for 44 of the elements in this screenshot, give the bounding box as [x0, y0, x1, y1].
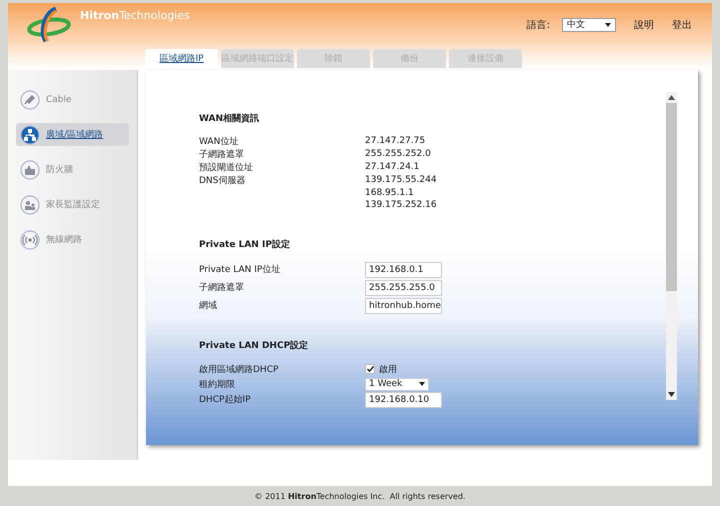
- field-value: 168.95.1.1: [365, 186, 415, 199]
- field-label: 子網路遮罩: [199, 148, 245, 161]
- section-title: Private LAN DHCP設定: [199, 339, 310, 352]
- scroll-down-icon[interactable]: [668, 392, 675, 397]
- logout-link[interactable]: 登出: [672, 18, 692, 32]
- field-label: DHCP起始IP: [199, 394, 252, 406]
- field-label: 預設閘道位址: [199, 162, 254, 174]
- lease-select[interactable]: 1 Week: [365, 378, 429, 390]
- language-select[interactable]: 中文: [562, 18, 616, 32]
- field-label: Private LAN IP位址: [199, 264, 282, 276]
- field-value: 139.175.55.244: [365, 174, 438, 186]
- section-title: Private LAN IP設定: [199, 238, 291, 250]
- section-title: WAN相關資訊: [199, 112, 260, 125]
- scroll-up-icon[interactable]: [668, 95, 675, 100]
- scrollbar[interactable]: [666, 92, 677, 400]
- input-field[interactable]: 255.255.255.0: [365, 280, 442, 296]
- field-label: 網域: [199, 300, 218, 312]
- checkmark-icon: [366, 366, 374, 372]
- field-value: 27.147.27.75: [365, 135, 426, 148]
- field-label: WAN位址: [199, 136, 240, 148]
- input-field[interactable]: 192.168.0.10: [365, 392, 442, 408]
- parental-icon: [20, 194, 40, 214]
- field-value: 255.255.252.0: [365, 148, 432, 161]
- sidebar-item[interactable]: 廣域/區域網路: [16, 123, 129, 146]
- caret-icon: [605, 22, 611, 26]
- field-label: 租約期限: [199, 378, 236, 390]
- field-label: 子網路遮罩: [199, 282, 245, 294]
- field-label: DNS伺服器: [199, 174, 246, 187]
- checkbox-label: 啟用: [379, 364, 397, 376]
- field-label: 啟用區域網路DHCP: [199, 364, 280, 376]
- caret-icon: [419, 382, 425, 386]
- checkbox[interactable]: [365, 364, 375, 374]
- network-icon: [20, 124, 40, 144]
- field-value: 139.175.252.16: [365, 199, 438, 212]
- wireless-icon: [20, 230, 40, 250]
- help-link[interactable]: 說明: [634, 18, 654, 32]
- logo-text: HitronTechnologies: [80, 8, 190, 22]
- input-field[interactable]: 192.168.0.1: [365, 262, 442, 278]
- field-value: 27.147.24.1: [365, 161, 420, 174]
- copyright-text: © 2011 HitronTechnologies Inc. All rights reserved.: [254, 492, 466, 500]
- tab[interactable]: 區域網路IP: [145, 49, 218, 68]
- logo-icon: [26, 4, 72, 44]
- input-field[interactable]: hitronhub.home: [365, 298, 442, 314]
- language-label: 語言:: [526, 18, 550, 32]
